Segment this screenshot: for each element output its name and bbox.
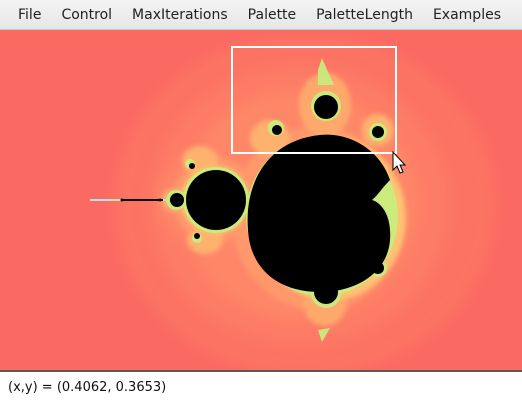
menu-palette[interactable]: Palette: [238, 0, 307, 30]
coordinates-readout: (x,y) = (0.4062, 0.3653): [8, 380, 167, 395]
status-bar: (x,y) = (0.4062, 0.3653): [0, 370, 522, 405]
menu-file[interactable]: File: [8, 0, 51, 30]
menu-examples[interactable]: Examples: [423, 0, 511, 30]
menu-control[interactable]: Control: [51, 0, 122, 30]
menu-bar: File Control MaxIterations Palette Palet…: [0, 0, 522, 30]
mandelbrot-window: File Control MaxIterations Palette Palet…: [0, 0, 522, 405]
menu-palettelength[interactable]: PaletteLength: [306, 0, 423, 30]
fractal-image[interactable]: [0, 30, 522, 370]
menu-maxiterations[interactable]: MaxIterations: [122, 0, 238, 30]
mandelbrot-canvas[interactable]: [0, 30, 522, 370]
